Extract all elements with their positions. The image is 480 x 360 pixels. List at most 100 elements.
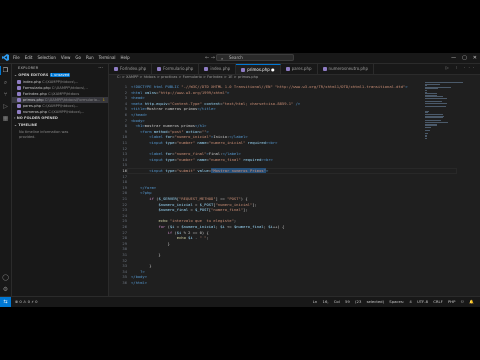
menu-file[interactable]: File xyxy=(13,54,20,62)
menu-view[interactable]: View xyxy=(61,54,71,62)
minimap[interactable] xyxy=(425,82,465,142)
menu-help[interactable]: Help xyxy=(121,54,130,62)
selected-text: "Mostrar numeros Primos" xyxy=(211,168,266,173)
vscode-window: File Edit Selection View Go Run Terminal Help ←… xyxy=(0,53,480,307)
code-token: <meta xyxy=(131,100,145,106)
command-center-search[interactable]: ⌕ Search xyxy=(216,54,294,61)
unsaved-badge: 1 unsaved xyxy=(49,73,71,77)
timeline-header[interactable]: ⌄ TIMELINE xyxy=(14,123,37,127)
tab-primos[interactable]: primos.php ● xyxy=(236,64,281,74)
remote-icon[interactable]: ⇆ xyxy=(0,297,11,307)
minimap-line xyxy=(425,138,428,139)
code-token: </title> xyxy=(197,106,216,112)
maximize-button[interactable]: ▢ xyxy=(462,54,467,62)
editor-status[interactable]: Ln 16, Col 59 (23 selected) Spaces: 4 UT… xyxy=(313,297,474,307)
unsaved-dot-icon[interactable]: ● xyxy=(270,67,275,72)
code-token: action xyxy=(185,128,200,134)
code-token: "numero_inicial" xyxy=(215,201,253,207)
breadcrumb[interactable]: C: > XAMPP > htdocs > practicas > Formul… xyxy=(117,75,258,79)
source-control-icon[interactable]: ⑂ xyxy=(2,91,9,98)
code-token: <input xyxy=(149,140,166,145)
code-token: > xyxy=(265,168,269,173)
open-editors-header[interactable]: ⌄ OPEN EDITORS 1 unsaved xyxy=(14,73,71,77)
explorer-icon[interactable]: ❐ xyxy=(0,66,9,75)
timeline-note-2: provided. xyxy=(19,135,36,139)
php-file-icon xyxy=(16,79,21,84)
code-token: ]; xyxy=(252,201,257,207)
code-token: <?php xyxy=(140,190,152,196)
line-number: 36 xyxy=(122,280,127,285)
code-token: "numero_inicial" xyxy=(208,140,248,145)
file-path: C:\XAMPP\htdocs\... xyxy=(51,86,88,90)
nav-arrows-icon[interactable]: ← → xyxy=(205,54,215,62)
minimap-line xyxy=(425,130,430,131)
file-name: pares.php xyxy=(22,104,43,108)
code-token: </h1> xyxy=(195,123,207,129)
code-line[interactable]: $numero_final = $_POST["numero_final"]; xyxy=(131,207,247,213)
tab-formulario[interactable]: Formulario.php xyxy=(152,64,200,74)
problems-status[interactable]: ⊗ 0 ⚠ 0 ⚡ 0 xyxy=(15,297,38,307)
code-token: "text/html; charset=iso-8859-1" xyxy=(222,100,296,106)
code-token: = xyxy=(188,207,196,213)
run-debug-icon[interactable]: ▷ xyxy=(2,103,9,110)
tab-label: Formulario.php xyxy=(163,66,194,71)
menu-terminal[interactable]: Terminal xyxy=(99,54,116,62)
php-file-icon xyxy=(16,91,21,96)
code-token: <form xyxy=(140,128,154,134)
settings-gear-icon[interactable]: ⚙ xyxy=(2,286,9,293)
code-token: for xyxy=(158,224,168,229)
code-line[interactable]: <input type="number" name="numero_final"… xyxy=(131,157,273,163)
menu-edit[interactable]: Edit xyxy=(25,54,33,62)
code-token: <= xyxy=(224,224,234,229)
minimap-line xyxy=(425,106,446,107)
open-editor-item[interactable]: numeros.php C:\XAMPP\htdocs\... xyxy=(12,109,108,115)
no-folder-header[interactable]: › NO FOLDER OPENED xyxy=(14,116,58,120)
tab-forindex[interactable]: ForIndex.php xyxy=(109,64,153,74)
code-token: ++) { xyxy=(272,224,285,229)
code-token: "numero_final" xyxy=(174,151,207,157)
tab-index[interactable]: index.php xyxy=(199,64,237,74)
minimap-line xyxy=(425,117,443,119)
code-token: <h1> xyxy=(135,123,145,129)
menu-go[interactable]: Go xyxy=(75,54,81,62)
tab-numerosneutro[interactable]: numerosneutro.php xyxy=(318,64,374,74)
code-token: "-//W3C//DTD XHTML 1.0 Transitional//EN"… xyxy=(181,84,406,89)
more-actions-icon[interactable]: ··· xyxy=(98,65,103,71)
editor-actions[interactable]: ▷ ⫶ ··· xyxy=(446,65,477,70)
menu-run[interactable]: Run xyxy=(86,54,94,62)
tab-pares[interactable]: pares.php xyxy=(281,64,318,74)
code-token: > xyxy=(227,89,230,95)
menu-selection[interactable]: Selection xyxy=(37,54,55,62)
code-token: == xyxy=(190,229,200,235)
code-line[interactable]: } xyxy=(131,252,161,258)
code-line[interactable]: <html xmlns="http://www.w3.org/1999/xhtm… xyxy=(131,90,229,96)
code-token: Final: xyxy=(208,151,223,157)
code-line[interactable]: } xyxy=(131,241,170,247)
code-token: "numero_final" xyxy=(211,207,244,213)
code-token: } xyxy=(131,252,161,257)
code-token: /> xyxy=(295,100,301,106)
account-icon[interactable]: ◯ xyxy=(2,274,9,281)
status-bar: ⇆ ⊗ 0 ⚠ 0 ⚡ 0 Ln 16, Col 59 (23 selected… xyxy=(0,296,480,307)
code-token: <input xyxy=(149,168,166,173)
search-icon[interactable]: ⌕ xyxy=(2,79,9,86)
code-token: . xyxy=(192,235,200,241)
code-line[interactable]: </html> xyxy=(131,280,147,286)
explorer-title: EXPLORER xyxy=(18,66,39,70)
code-line[interactable]: <input type="number" name="numero_inicia… xyxy=(131,140,277,146)
php-file-icon xyxy=(16,85,21,90)
code-token: ><br> xyxy=(261,156,273,162)
extensions-icon[interactable]: ▦ xyxy=(2,115,9,122)
code-token: </form> xyxy=(140,184,157,190)
minimize-button[interactable]: — xyxy=(451,54,456,62)
code-line[interactable]: <input type="submit" value="Mostrar nume… xyxy=(131,168,268,174)
code-token: value xyxy=(197,168,209,173)
close-button[interactable]: ✕ xyxy=(473,54,477,62)
no-folder-label: NO FOLDER OPENED xyxy=(16,116,58,120)
